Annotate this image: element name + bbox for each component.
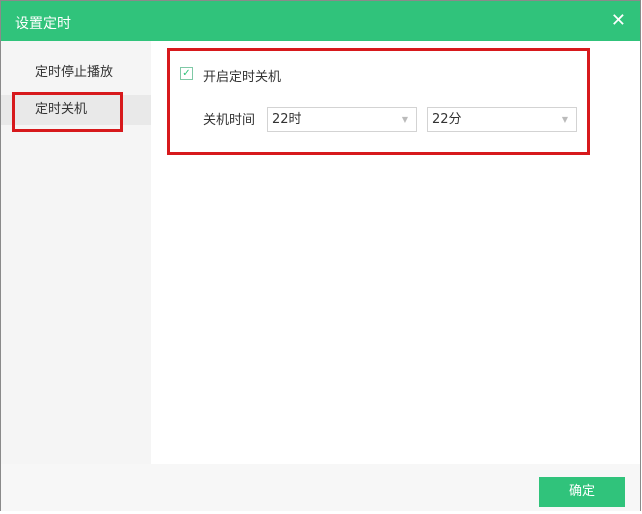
enable-shutdown-label: 开启定时关机 [203, 70, 282, 85]
highlight-box-sidebar [12, 92, 123, 132]
ok-button[interactable]: 确定 [539, 477, 625, 507]
highlight-box-settings [167, 48, 590, 155]
timer-dialog: 设置定时 ✕ 定时停止播放 定时关机 ✓ 开启定时关机 关机时间 22时 ▼ 22… [0, 0, 641, 511]
minute-select[interactable]: 22分 ▼ [427, 107, 577, 132]
minute-value: 22分 [432, 112, 462, 127]
chevron-down-icon: ▼ [401, 115, 408, 124]
shutdown-time-label: 关机时间 [203, 113, 256, 128]
title-bar: 设置定时 ✕ [1, 1, 640, 41]
hour-select[interactable]: 22时 ▼ [267, 107, 417, 132]
close-icon[interactable]: ✕ [611, 10, 626, 31]
sidebar-item-stop-playback[interactable]: 定时停止播放 [1, 58, 151, 88]
enable-shutdown-checkbox[interactable]: ✓ [180, 67, 193, 80]
chevron-down-icon: ▼ [561, 115, 568, 124]
dialog-title: 设置定时 [15, 16, 71, 32]
hour-value: 22时 [272, 112, 302, 127]
